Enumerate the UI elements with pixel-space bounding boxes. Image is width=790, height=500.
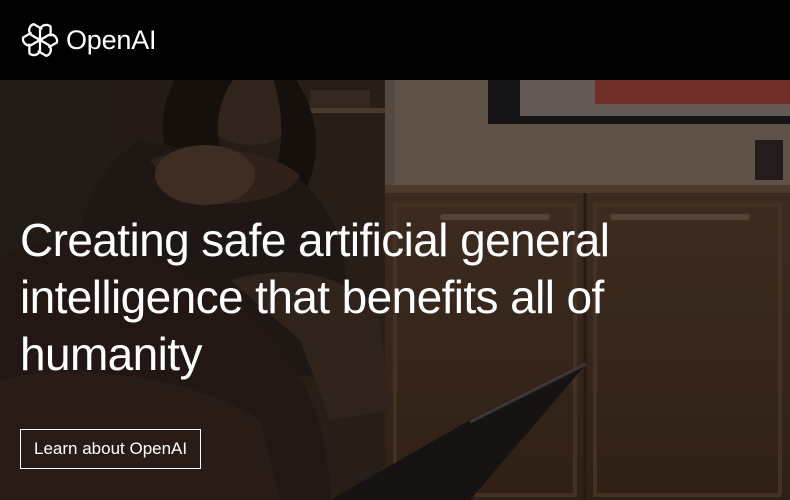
learn-about-openai-button[interactable]: Learn about OpenAI <box>20 429 202 469</box>
site-header: OpenAI <box>0 0 790 80</box>
openai-logo-icon <box>20 22 60 58</box>
logo-wordmark: OpenAI <box>66 24 157 55</box>
hero-headline: Creating safe artificial general intelli… <box>20 214 610 380</box>
openai-logo-link[interactable]: OpenAI <box>20 20 157 60</box>
